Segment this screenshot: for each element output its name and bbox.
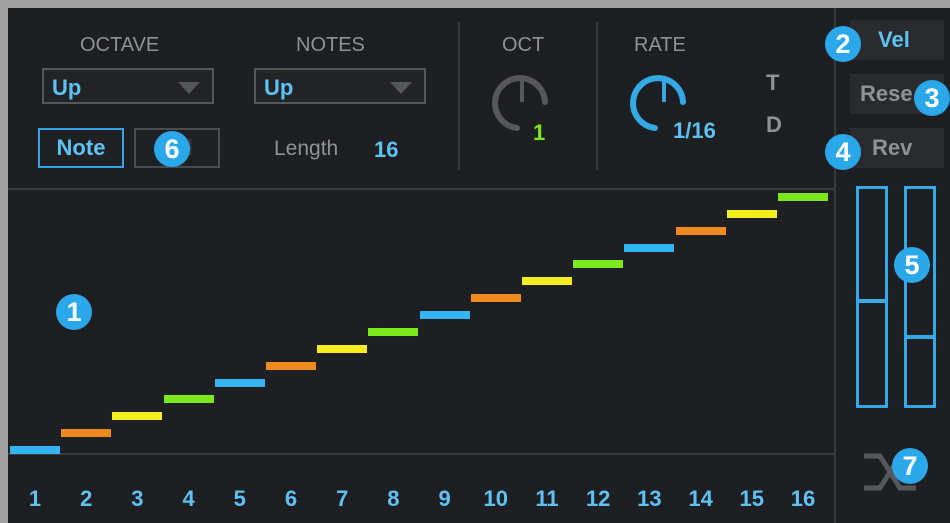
rate-value: 1/16 (673, 118, 716, 143)
velocity-view-button[interactable]: Vel (850, 20, 944, 60)
length-label: Length (274, 137, 339, 160)
step-number: 14 (688, 486, 713, 511)
step-number: 6 (284, 486, 298, 511)
step-bar[interactable] (61, 429, 112, 438)
step-number: 5 (233, 486, 246, 511)
step-bar[interactable] (317, 344, 368, 353)
step-number: 1 (28, 486, 42, 511)
velocity-view-label: Vel (878, 27, 910, 52)
step-number: 15 (739, 486, 765, 511)
dotted-toggle[interactable]: D (766, 112, 782, 138)
step-number: 7 (336, 486, 349, 511)
divider (458, 22, 460, 170)
step-number: 12 (585, 486, 611, 511)
notes-dropdown-value: Up (264, 75, 294, 100)
step-area-bottom-line (8, 453, 834, 455)
octave-label: OCTAVE (80, 34, 160, 56)
oct-label: OCT (502, 34, 545, 56)
annotation-badge-3: 3 (914, 80, 950, 116)
step-bar[interactable] (522, 277, 572, 286)
step-bar[interactable] (778, 193, 828, 201)
slider-left-handle[interactable] (859, 299, 885, 304)
octave-dropdown[interactable]: Up (42, 68, 214, 104)
annotation-badge-4: 4 (825, 134, 861, 170)
step-bar[interactable] (214, 378, 265, 387)
step-number: 8 (387, 486, 400, 511)
annotation-badge-2: 2 (825, 26, 861, 62)
step-bar[interactable] (470, 294, 521, 303)
step-number: 13 (637, 486, 662, 511)
reverse-label: Rev (872, 135, 913, 160)
notes-label: NOTES (296, 34, 365, 56)
step-number: 4 (182, 486, 195, 511)
step-number: 2 (80, 486, 93, 511)
note-mode-button[interactable]: Note (38, 128, 124, 168)
chevron-down-icon (178, 82, 200, 94)
note-mode-label: Note (56, 135, 106, 160)
octave-dropdown-value: Up (52, 75, 82, 100)
slider-left[interactable] (856, 186, 888, 408)
reset-label: Rese (860, 81, 913, 106)
step-number: 10 (483, 486, 509, 511)
step-number: 11 (535, 486, 559, 511)
length-value[interactable]: 16 (374, 137, 398, 163)
reverse-button[interactable]: Rev (850, 128, 944, 168)
step-bar[interactable] (726, 209, 777, 218)
annotation-badge-7: 7 (892, 448, 928, 484)
rate-label: RATE (634, 34, 686, 56)
window-frame-left (0, 0, 8, 523)
step-bar[interactable] (675, 226, 726, 235)
window-frame-top (0, 0, 950, 8)
annotation-badge-5: 5 (894, 247, 930, 283)
annotation-badge-1: 1 (56, 294, 92, 330)
step-bar[interactable] (163, 395, 214, 404)
slider-right[interactable] (904, 186, 936, 408)
step-number: 9 (438, 486, 451, 511)
divider (596, 22, 598, 170)
chevron-down-icon (390, 82, 412, 94)
step-bar[interactable] (624, 243, 675, 252)
slider-right-handle[interactable] (907, 335, 933, 340)
step-number: 3 (131, 486, 144, 511)
step-area-top-line (8, 188, 834, 190)
step-bar[interactable] (112, 412, 163, 421)
oct-knob[interactable] (490, 72, 560, 144)
right-panel-divider (834, 8, 836, 523)
notes-dropdown[interactable]: Up (254, 68, 426, 104)
oct-value: 1 (533, 120, 546, 145)
step-bar[interactable] (573, 260, 624, 269)
step-bar[interactable] (419, 311, 470, 320)
annotation-badge-6: 6 (154, 131, 190, 167)
step-number: 16 (790, 486, 816, 511)
step-bar[interactable] (368, 327, 419, 336)
step-bar[interactable] (10, 446, 60, 454)
triplet-toggle[interactable]: T (766, 70, 779, 96)
step-bar[interactable] (266, 361, 316, 370)
